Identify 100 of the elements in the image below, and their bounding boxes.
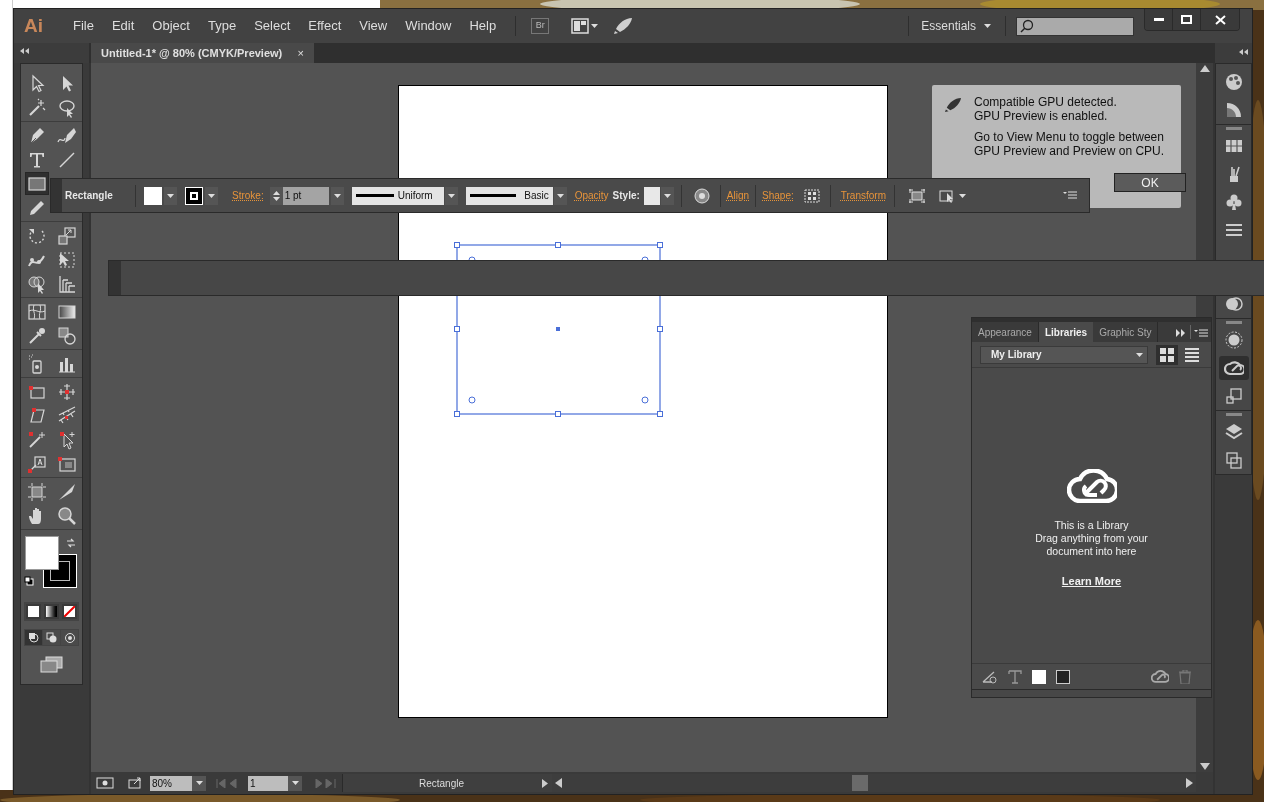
fill-dropdown[interactable] [164, 186, 177, 205]
transform-link[interactable]: Transform [840, 188, 886, 203]
scroll-right-icon[interactable] [1186, 778, 1193, 788]
workspace-switcher[interactable]: Essentials [921, 17, 991, 35]
artboard-dropdown[interactable] [288, 775, 302, 791]
search-field[interactable] [1016, 16, 1134, 36]
library-dropdown[interactable]: My Library [980, 345, 1148, 364]
menu-item[interactable]: Effect [299, 16, 351, 36]
selection-mode-icon[interactable] [939, 188, 967, 203]
panel-tab[interactable]: Graphic Sty [1093, 322, 1159, 342]
shape-properties-icon[interactable] [803, 188, 820, 203]
crosshair-icon [57, 381, 77, 402]
fill-swatch[interactable] [144, 186, 162, 205]
status-field[interactable]: Rectangle [342, 774, 552, 792]
arrange-documents-icon[interactable] [571, 18, 600, 34]
panel-menu-icon[interactable] [1063, 191, 1077, 200]
blend-tool[interactable] [55, 324, 79, 347]
learn-more-link[interactable]: Learn More [1061, 573, 1122, 590]
caret-icon [447, 193, 455, 198]
collapse-icon[interactable] [20, 48, 29, 54]
brush-field[interactable]: Basic [465, 186, 553, 205]
opacity-link[interactable]: Opacity [574, 188, 609, 203]
panel-tab[interactable]: Libraries [1038, 322, 1094, 342]
recolor-icon[interactable] [693, 187, 710, 204]
add-graphic-icon[interactable] [982, 669, 998, 684]
panel-tab[interactable]: Appearance [972, 322, 1039, 342]
tool-name: Rectangle [65, 189, 114, 203]
menu-item[interactable]: Type [198, 16, 246, 36]
more-tabs-icon[interactable] [1176, 329, 1186, 337]
tab-close[interactable]: × [297, 44, 304, 62]
rectangle-tool[interactable] [25, 172, 49, 195]
panel-grip[interactable] [51, 179, 62, 212]
grid-view-button[interactable] [1156, 344, 1178, 365]
menu-item[interactable]: Edit [102, 16, 144, 36]
profile-dropdown[interactable] [444, 186, 458, 205]
libraries-panel-button[interactable] [1218, 356, 1249, 380]
add-stroke-color[interactable] [1056, 669, 1070, 684]
caret-icon [195, 781, 203, 785]
scroll-thumb[interactable] [852, 775, 868, 791]
draw-normal-button[interactable] [25, 630, 42, 645]
none-mode-button[interactable] [62, 604, 77, 619]
minimize-button[interactable] [1145, 9, 1173, 30]
caret-icon [291, 781, 299, 785]
share-icon[interactable] [128, 777, 142, 789]
ok-button[interactable]: OK [1114, 173, 1186, 192]
width-profile-field[interactable]: Uniform [351, 186, 444, 205]
gradient-mode-button[interactable] [44, 604, 59, 619]
weight-dropdown[interactable] [330, 186, 344, 205]
align-link[interactable]: Align [726, 188, 750, 203]
swap-icon[interactable] [66, 538, 76, 548]
bridge-button[interactable]: Br [531, 18, 550, 34]
app-logo: Ai [24, 13, 44, 38]
default-colors-icon[interactable] [24, 576, 34, 586]
scroll-down-icon[interactable] [1199, 763, 1210, 770]
stroke-link[interactable]: Stroke: [232, 188, 264, 203]
maximize-button[interactable] [1173, 9, 1201, 30]
scale-tool[interactable] [55, 224, 79, 247]
menu-item[interactable]: Select [245, 16, 300, 36]
stroke-dropdown[interactable] [205, 186, 218, 205]
close-button[interactable] [1201, 9, 1239, 30]
stroke-spinner[interactable] [269, 186, 283, 205]
artboard-field[interactable]: 1 [248, 775, 288, 791]
menu-item[interactable]: View [350, 16, 397, 36]
screen-mode-icon[interactable] [39, 656, 64, 674]
search-icon [1020, 19, 1034, 33]
scroll-up-icon[interactable] [1199, 65, 1210, 72]
stroke-swatch[interactable] [185, 186, 203, 205]
current-tool-label: Rectangle [419, 776, 465, 791]
menu-item[interactable]: Object [143, 16, 199, 36]
zoom-field[interactable]: 80% [150, 775, 192, 791]
play-icon[interactable] [542, 778, 548, 788]
add-fill-color[interactable] [1032, 669, 1046, 684]
selected-rectangle[interactable] [454, 242, 663, 417]
panel-grip[interactable] [109, 261, 121, 295]
notice-message: Go to View Menu to toggle between GPU Preview and Preview on CPU. [974, 130, 1166, 158]
appearance-icon [1223, 330, 1244, 350]
artboard-tool[interactable] [25, 480, 49, 503]
menu-item[interactable]: File [64, 16, 103, 36]
draw-behind-button[interactable] [43, 630, 60, 645]
stroke-weight-field[interactable]: 1 pt [282, 186, 329, 205]
fill-swatch[interactable] [25, 536, 59, 570]
caret-icon [167, 193, 174, 198]
panel-menu-icon[interactable] [1194, 329, 1208, 337]
empty-library-message: This is a Library Drag anything from your document into here [1035, 519, 1148, 558]
tab-title: Untitled-1* @ 80% (CMYK/Preview) [101, 45, 283, 61]
draw-inside-button[interactable] [61, 630, 78, 645]
isolate-object-icon[interactable] [909, 188, 925, 203]
scroll-left-icon[interactable] [555, 778, 562, 788]
add-text-icon[interactable] [1008, 669, 1022, 684]
shape-link[interactable]: Shape: [762, 188, 794, 203]
style-swatch[interactable] [643, 186, 660, 205]
menu-item[interactable]: Help [460, 16, 506, 36]
mesh-icon [27, 301, 47, 322]
menu-item[interactable]: Window [396, 16, 461, 36]
collapse-icon[interactable] [1239, 49, 1248, 55]
document-tab[interactable]: Untitled-1* @ 80% (CMYK/Preview) × [91, 43, 314, 63]
style-dropdown[interactable] [660, 186, 674, 205]
zoom-dropdown[interactable] [192, 775, 206, 791]
brush-dropdown[interactable] [553, 186, 567, 205]
color-mode-button[interactable] [26, 604, 41, 619]
